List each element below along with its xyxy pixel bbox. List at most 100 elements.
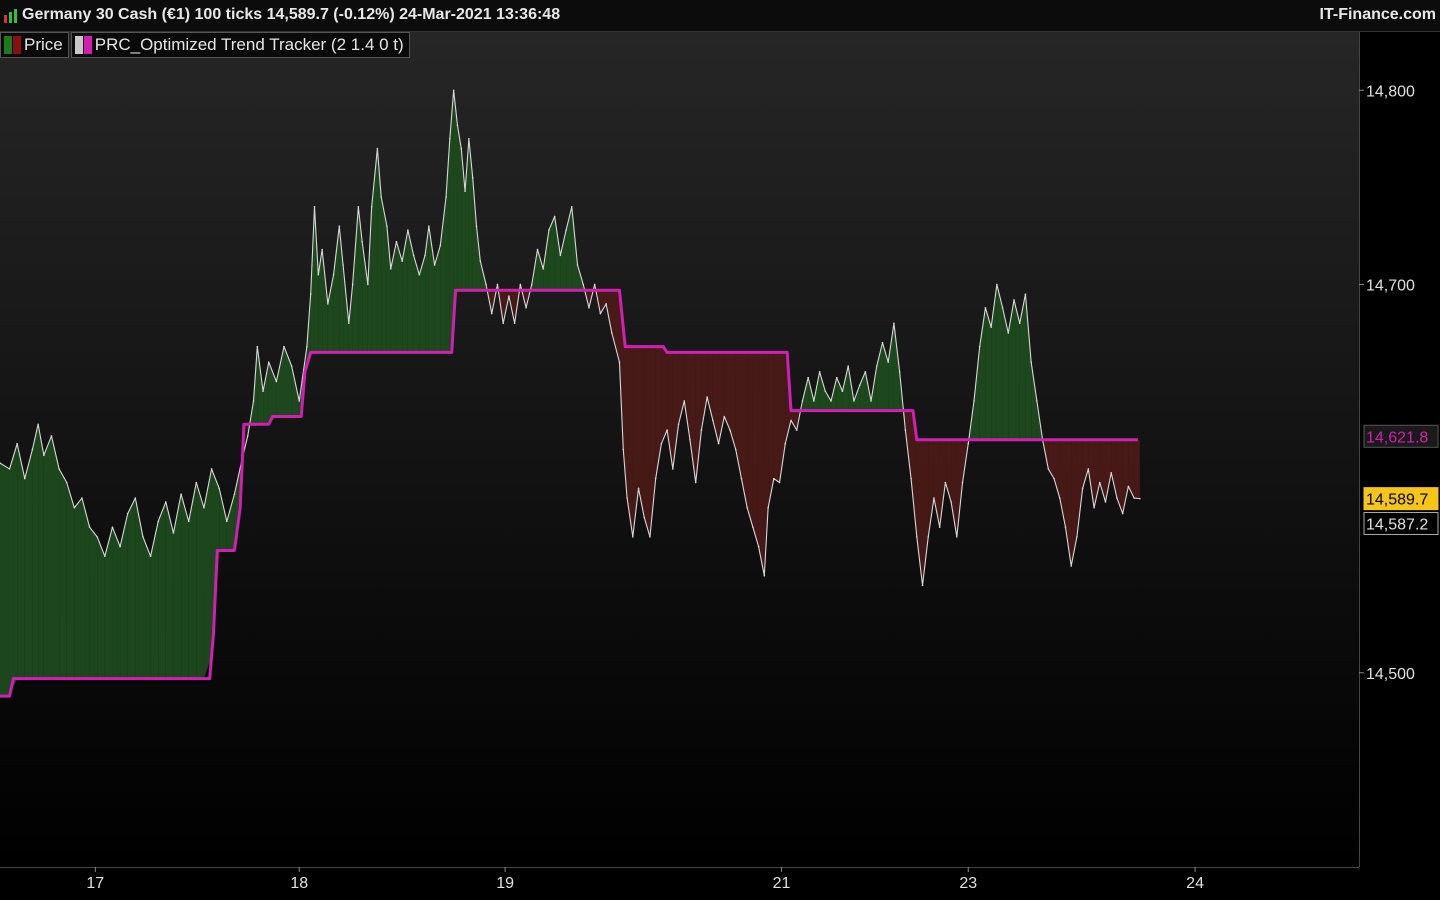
price-point <box>502 322 504 325</box>
price-point <box>746 506 748 509</box>
price-point <box>195 481 198 484</box>
x-axis-panel <box>0 868 1440 900</box>
bull-fill-segment <box>32 424 39 679</box>
price-point <box>172 532 175 534</box>
price-point <box>717 442 720 445</box>
price-point <box>643 516 646 519</box>
price-point <box>380 196 383 198</box>
price-point <box>233 493 236 495</box>
price-point <box>525 306 527 309</box>
price-point <box>203 506 205 509</box>
price-point <box>1070 565 1072 567</box>
price-point <box>818 371 821 373</box>
price-point <box>490 312 493 315</box>
price-point <box>43 454 45 457</box>
x-tick-label: 23 <box>959 875 977 892</box>
bull-fill-segment <box>17 443 25 679</box>
bull-fill-segment <box>0 463 10 697</box>
price-point <box>853 400 855 402</box>
x-tick-label: 24 <box>1186 875 1204 892</box>
price-point <box>1139 497 1141 500</box>
price-point <box>689 438 691 441</box>
price-point <box>298 400 301 402</box>
price-point <box>1076 536 1078 538</box>
price-point <box>611 332 613 334</box>
price-point <box>881 341 884 344</box>
price-point <box>376 147 379 150</box>
price-point <box>468 138 470 140</box>
price-point <box>519 283 522 286</box>
price-point <box>835 376 838 379</box>
price-point <box>485 283 487 286</box>
price-point <box>306 345 308 348</box>
price-point <box>1024 293 1027 295</box>
price-point <box>126 512 129 515</box>
price-point <box>367 283 369 286</box>
price-point <box>778 481 781 484</box>
legend-item-indicator[interactable]: PRC_Optimized Trend Tracker (2 1.4 0 t) <box>70 32 410 58</box>
price-point <box>723 415 726 418</box>
bull-fill-segment <box>112 527 121 679</box>
price-point <box>801 400 804 402</box>
price-point <box>830 400 832 402</box>
price-point <box>632 536 634 538</box>
bear-fill-segment <box>752 352 759 547</box>
price-point <box>807 376 809 379</box>
y-tick-label: 14,800 <box>1366 83 1415 100</box>
price-point <box>763 574 766 577</box>
price-point <box>660 442 663 445</box>
price-point <box>58 468 60 470</box>
price-point <box>582 283 585 286</box>
bar-chart-icon <box>4 9 17 23</box>
price-point <box>605 303 607 305</box>
indicator-swatch-icon <box>74 36 92 54</box>
price-point <box>313 205 316 208</box>
price-point <box>1053 477 1055 480</box>
price-point <box>370 205 373 208</box>
price-point <box>734 448 737 451</box>
price-point <box>622 448 625 451</box>
price-point <box>389 268 392 270</box>
price-point <box>439 244 442 247</box>
price-point <box>309 293 312 295</box>
price-point <box>824 390 827 393</box>
price-box-label: 14,589.7 <box>1366 492 1428 509</box>
price-point <box>134 497 137 499</box>
price-point <box>262 390 264 393</box>
y-tick-label: 14,700 <box>1366 277 1415 294</box>
price-point <box>967 442 970 445</box>
price-point <box>1036 400 1038 402</box>
chart-legend: Price PRC_Optimized Trend Tracker (2 1.4… <box>0 32 412 58</box>
price-point <box>418 273 421 276</box>
bull-fill-segment <box>66 482 75 679</box>
price-point <box>73 506 76 509</box>
price-point <box>599 312 602 315</box>
price-point <box>513 322 516 325</box>
price-point <box>858 384 861 387</box>
price-point <box>1030 361 1032 363</box>
x-tick-label: 17 <box>86 875 104 892</box>
price-point <box>530 283 533 286</box>
price-point <box>157 520 160 523</box>
price-point <box>407 229 409 231</box>
bull-fill-segment <box>181 494 189 679</box>
price-point <box>226 520 228 523</box>
bull-fill-segment <box>81 498 90 679</box>
price-point <box>921 584 924 587</box>
bull-fill-segment <box>89 527 98 679</box>
price-point <box>332 273 335 276</box>
legend-item-price[interactable]: Price <box>0 32 69 58</box>
bull-fill-segment <box>457 125 462 291</box>
bull-fill-segment <box>43 435 52 679</box>
chart-canvas[interactable]: 14,800 14,700 14,500 17 18 19 21 23 24 14,621.8… <box>0 0 1440 900</box>
price-box-label: 14,587.2 <box>1366 516 1428 533</box>
price-point <box>559 254 562 257</box>
bull-fill-segment <box>38 424 44 679</box>
price-point <box>218 487 220 490</box>
bull-fill-segment <box>24 449 33 679</box>
bull-fill-segment <box>74 498 82 679</box>
price-point <box>1001 306 1004 309</box>
bull-fill-segment <box>985 307 992 440</box>
price-point <box>706 396 708 398</box>
price-point <box>1058 497 1061 499</box>
